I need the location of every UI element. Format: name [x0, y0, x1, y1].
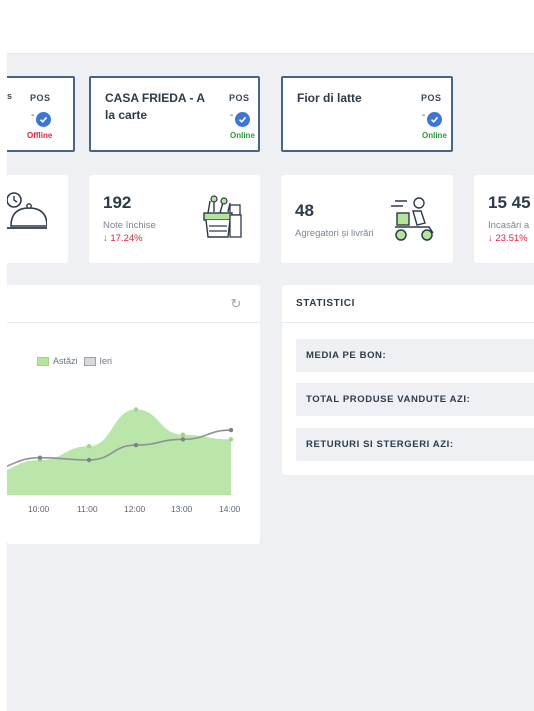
pos-dash: - — [31, 110, 35, 121]
arrow-down-icon: ↓ — [103, 233, 108, 244]
arrow-down-icon: ↓ — [488, 233, 493, 244]
pos-card-casa-frieda[interactable]: CASA FRIEDA - A la carte POS - Online — [89, 76, 260, 152]
stat-value: 192 — [103, 193, 132, 212]
pos-status-online: Online — [230, 131, 255, 140]
pos-card-name: Fior di latte — [297, 91, 362, 105]
statistics-title: STATISTICI — [296, 298, 355, 309]
statistics-header: STATISTICI — [282, 285, 534, 323]
x-tick-label: 11:00 — [77, 504, 98, 514]
point-yesterday[interactable] — [180, 437, 186, 442]
point-today[interactable] — [86, 444, 92, 449]
dashboard-page: s POS - Offline CASA FRIEDA - A la carte… — [7, 0, 534, 711]
stat-card-orders — [7, 175, 68, 263]
point-today[interactable] — [228, 437, 234, 442]
food-basket-icon — [203, 195, 242, 238]
statistics-panel: STATISTICI MEDIA PE BON: TOTAL PRODUSE V… — [282, 285, 534, 475]
pos-status-offline: Offline — [27, 131, 53, 140]
x-tick-label: 10:00 — [28, 504, 50, 514]
stat-label: Note închise — [103, 220, 156, 231]
check-circle-icon — [427, 112, 442, 127]
stat-row-returns: RETURURI SI STERGERI AZI: — [296, 428, 534, 461]
stat-change-value: 23.51% — [495, 233, 528, 244]
stat-card-closed-notes: 192 Note închise ↓ 17.24% — [89, 175, 260, 263]
stat-row-label: RETURURI SI STERGERI AZI: — [306, 439, 454, 450]
stat-row-label: MEDIA PE BON: — [306, 350, 387, 361]
cloche-clock-icon — [7, 192, 47, 229]
pos-card-fior-di-latte[interactable]: Fior di latte POS - Online — [281, 76, 453, 152]
stat-change-value: 17.24% — [110, 233, 143, 244]
point-yesterday[interactable] — [133, 442, 139, 448]
pos-status-online: Online — [422, 131, 447, 140]
delivery-scooter-icon — [391, 197, 434, 241]
pos-card-name: CASA FRIEDA - A la carte — [105, 91, 205, 122]
point-yesterday[interactable] — [228, 427, 234, 433]
stat-row-average-receipt: MEDIA PE BON: — [296, 339, 534, 372]
stat-change: ↓ 17.24% — [103, 233, 143, 244]
point-yesterday[interactable] — [86, 457, 92, 463]
x-tick-label: 13:00 — [171, 504, 193, 514]
pos-dash: - — [230, 110, 234, 121]
stat-row-products-sold: TOTAL PRODUSE VANDUTE AZI: — [296, 383, 534, 416]
stat-row-label: TOTAL PRODUSE VANDUTE AZI: — [306, 394, 471, 405]
stat-label: Agregatori și livrări — [295, 228, 374, 239]
pos-card-name-fragment: s — [7, 91, 13, 101]
stat-value: 48 — [295, 201, 314, 220]
pos-label: POS — [229, 93, 250, 103]
point-yesterday[interactable] — [37, 455, 43, 460]
check-circle-icon — [36, 112, 51, 127]
top-bar — [7, 0, 534, 54]
series-area-today — [7, 409, 231, 495]
stat-card-aggregators: 48 Agregatori și livrări — [281, 175, 453, 263]
x-tick-label: 14:00 — [219, 504, 241, 514]
pos-label: POS — [30, 93, 51, 103]
x-tick-label: 12:00 — [124, 504, 146, 514]
point-today[interactable] — [180, 432, 186, 437]
left-edge — [0, 0, 7, 711]
stat-label: Incasări a — [488, 220, 530, 231]
pos-card-offline[interactable]: s POS - Offline — [7, 76, 75, 152]
point-today[interactable] — [133, 407, 139, 412]
stat-change: ↓ 23.51% — [488, 233, 528, 244]
stat-card-revenue: 15 45 Incasări a ↓ 23.51% — [474, 175, 534, 263]
pos-dash: - — [422, 110, 426, 121]
pos-label: POS — [421, 93, 442, 103]
check-circle-icon — [235, 112, 250, 127]
stat-value: 15 45 — [488, 193, 531, 212]
